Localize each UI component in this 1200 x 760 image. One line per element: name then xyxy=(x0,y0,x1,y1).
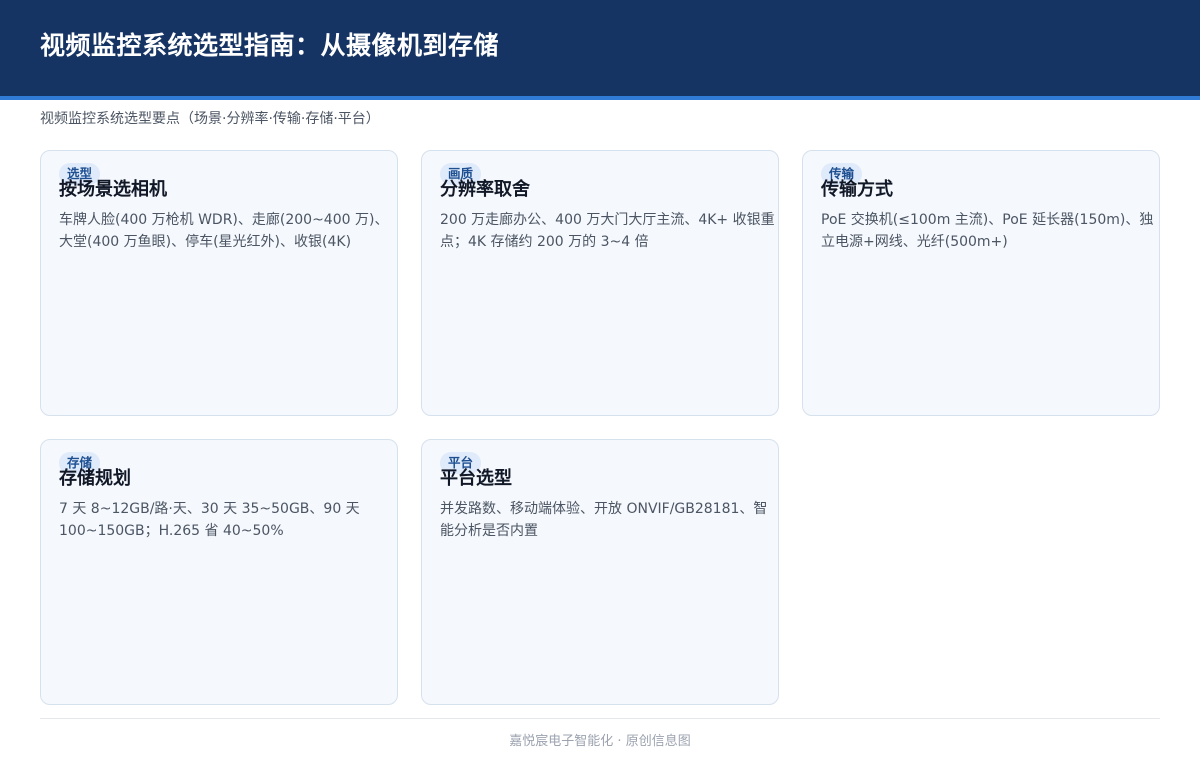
page-subtitle: 视频监控系统选型要点（场景·分辨率·传输·存储·平台） xyxy=(40,111,380,127)
page-title: 视频监控系统选型指南：从摄像机到存储 xyxy=(40,31,500,60)
card-transmission: 传输 传输方式 PoE 交换机(≤100m 主流)、PoE 延长器(150m)、… xyxy=(802,150,1160,416)
card-title: 平台选型 xyxy=(440,468,512,489)
footer-credit: 嘉悦宸电子智能化 · 原创信息图 xyxy=(509,734,691,749)
card-platform: 平台 平台选型 并发路数、移动端体验、开放 ONVIF/GB28181、智能分析… xyxy=(421,439,779,705)
card-title: 存储规划 xyxy=(59,468,131,489)
card-title: 分辨率取舍 xyxy=(440,179,530,200)
card-body: 7 天 8~12GB/路·天、30 天 35~50GB、90 天 100~150… xyxy=(59,501,360,539)
card-body: 并发路数、移动端体验、开放 ONVIF/GB28181、智能分析是否内置 xyxy=(440,501,768,539)
card-grid: 选型 按场景选相机 车牌人脸(400 万枪机 WDR)、走廊(200~400 万… xyxy=(40,150,1160,706)
card-title: 按场景选相机 xyxy=(59,179,167,200)
header-banner: 视频监控系统选型指南：从摄像机到存储 xyxy=(0,0,1200,100)
footer-divider xyxy=(40,718,1160,719)
card-scene-camera: 选型 按场景选相机 车牌人脸(400 万枪机 WDR)、走廊(200~400 万… xyxy=(40,150,398,416)
card-storage: 存储 存储规划 7 天 8~12GB/路·天、30 天 35~50GB、90 天… xyxy=(40,439,398,705)
card-body: 车牌人脸(400 万枪机 WDR)、走廊(200~400 万)、大堂(400 万… xyxy=(59,212,389,250)
card-title: 传输方式 xyxy=(821,179,893,200)
card-resolution: 画质 分辨率取舍 200 万走廊办公、400 万大门大厅主流、4K+ 收银重点；… xyxy=(421,150,779,416)
card-body: 200 万走廊办公、400 万大门大厅主流、4K+ 收银重点；4K 存储约 20… xyxy=(440,212,775,250)
card-body: PoE 交换机(≤100m 主流)、PoE 延长器(150m)、独立电源+网线、… xyxy=(821,212,1154,250)
